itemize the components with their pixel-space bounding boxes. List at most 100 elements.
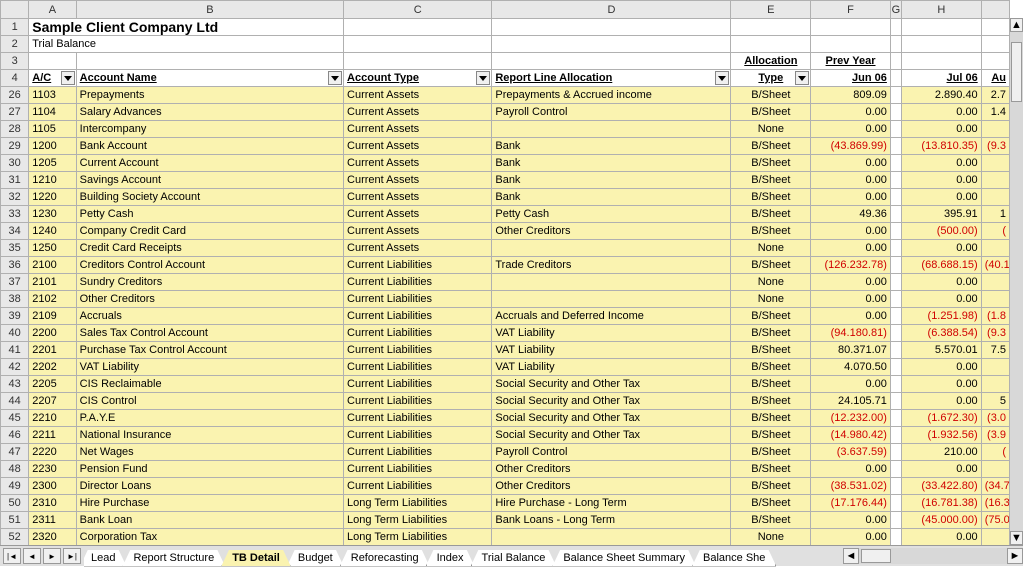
- cell-account-name[interactable]: Intercompany: [76, 121, 343, 138]
- cell-account-name[interactable]: Other Creditors: [76, 291, 343, 308]
- col-header-H[interactable]: H: [901, 1, 981, 19]
- cell-ac[interactable]: 2205: [29, 376, 76, 393]
- cell-account-name[interactable]: Prepayments: [76, 87, 343, 104]
- cell-report-line[interactable]: Social Security and Other Tax: [492, 410, 731, 427]
- cell-report-line[interactable]: Trade Creditors: [492, 257, 731, 274]
- cell-jul06[interactable]: 0.00: [901, 172, 981, 189]
- cell-jun06[interactable]: 0.00: [811, 529, 891, 546]
- filter-jul06[interactable]: Jul 06: [901, 70, 981, 87]
- cell-jun06[interactable]: 0.00: [811, 461, 891, 478]
- cell-aug[interactable]: [981, 274, 1009, 291]
- cell-account-type[interactable]: Current Liabilities: [344, 427, 492, 444]
- hscroll-track[interactable]: [859, 548, 1007, 564]
- cell-account-type[interactable]: Current Liabilities: [344, 410, 492, 427]
- tab-last-btn[interactable]: ►|: [63, 548, 81, 564]
- cell-account-name[interactable]: Director Loans: [76, 478, 343, 495]
- cell-account-type[interactable]: Current Assets: [344, 87, 492, 104]
- row-header-35[interactable]: 35: [1, 240, 29, 257]
- cell-report-line[interactable]: Social Security and Other Tax: [492, 393, 731, 410]
- cell-account-type[interactable]: Long Term Liabilities: [344, 529, 492, 546]
- cell-aug[interactable]: (1.8: [981, 308, 1009, 325]
- col-header-C[interactable]: C: [344, 1, 492, 19]
- cell-report-line[interactable]: [492, 529, 731, 546]
- cell-report-line[interactable]: Payroll Control: [492, 104, 731, 121]
- cell-ac[interactable]: 2202: [29, 359, 76, 376]
- cell-jun06[interactable]: 0.00: [811, 291, 891, 308]
- cell-ac[interactable]: 1220: [29, 189, 76, 206]
- cell-ac[interactable]: 2100: [29, 257, 76, 274]
- sheet-tab[interactable]: Balance She: [692, 550, 776, 567]
- row-header-41[interactable]: 41: [1, 342, 29, 359]
- cell-aug[interactable]: (3.0: [981, 410, 1009, 427]
- filter-type[interactable]: Type: [731, 70, 811, 87]
- row-header-45[interactable]: 45: [1, 410, 29, 427]
- cell-jun06[interactable]: (126.232.78): [811, 257, 891, 274]
- tab-next-btn[interactable]: ►: [43, 548, 61, 564]
- sheet-tab[interactable]: Balance Sheet Summary: [552, 550, 696, 567]
- filter-dropdown-icon[interactable]: [328, 71, 342, 85]
- cell-ac[interactable]: 1240: [29, 223, 76, 240]
- filter-account-type[interactable]: Account Type: [344, 70, 492, 87]
- cell-jul06[interactable]: 0.00: [901, 461, 981, 478]
- cell-ac[interactable]: 2230: [29, 461, 76, 478]
- select-all-corner[interactable]: [1, 1, 29, 19]
- cell-allocation[interactable]: B/Sheet: [731, 104, 811, 121]
- cell-jul06[interactable]: (6.388.54): [901, 325, 981, 342]
- cell-jun06[interactable]: 49.36: [811, 206, 891, 223]
- filter-aug[interactable]: Au: [981, 70, 1009, 87]
- cell-account-type[interactable]: Current Liabilities: [344, 291, 492, 308]
- cell-account-type[interactable]: Current Assets: [344, 223, 492, 240]
- cell-account-type[interactable]: Current Assets: [344, 155, 492, 172]
- cell-report-line[interactable]: VAT Liability: [492, 325, 731, 342]
- cell-allocation[interactable]: None: [731, 240, 811, 257]
- cell-aug[interactable]: [981, 121, 1009, 138]
- row-header-2[interactable]: 2: [1, 36, 29, 53]
- cell-jun06[interactable]: 4.070.50: [811, 359, 891, 376]
- cell-report-line[interactable]: Bank: [492, 172, 731, 189]
- cell-jun06[interactable]: (3.637.59): [811, 444, 891, 461]
- cell-jul06[interactable]: (16.781.38): [901, 495, 981, 512]
- cell-jul06[interactable]: (1.932.56): [901, 427, 981, 444]
- cell-account-type[interactable]: Current Liabilities: [344, 478, 492, 495]
- hscroll-thumb[interactable]: [861, 549, 891, 563]
- cell-ac[interactable]: 2320: [29, 529, 76, 546]
- cell-account-type[interactable]: Current Liabilities: [344, 342, 492, 359]
- cell-aug[interactable]: (34.7: [981, 478, 1009, 495]
- col-header-E[interactable]: E: [731, 1, 811, 19]
- sheet-tab[interactable]: Budget: [287, 550, 344, 567]
- cell-aug[interactable]: (75.0: [981, 512, 1009, 529]
- horizontal-scrollbar[interactable]: ◄ ►: [843, 548, 1023, 564]
- cell-report-line[interactable]: Bank: [492, 138, 731, 155]
- company-title[interactable]: Sample Client Company Ltd: [29, 19, 344, 36]
- prev-year-header[interactable]: Prev Year: [811, 53, 891, 70]
- cell-allocation[interactable]: B/Sheet: [731, 495, 811, 512]
- cell-aug[interactable]: [981, 461, 1009, 478]
- row-header-46[interactable]: 46: [1, 427, 29, 444]
- cell-aug[interactable]: [981, 291, 1009, 308]
- cell-jul06[interactable]: 210.00: [901, 444, 981, 461]
- row-header-47[interactable]: 47: [1, 444, 29, 461]
- cell-account-type[interactable]: Current Liabilities: [344, 376, 492, 393]
- cell-account-type[interactable]: Current Assets: [344, 104, 492, 121]
- col-header-B[interactable]: B: [76, 1, 343, 19]
- filter-jun06[interactable]: Jun 06: [811, 70, 891, 87]
- sheet-tab[interactable]: TB Detail: [221, 550, 291, 567]
- cell-allocation[interactable]: B/Sheet: [731, 478, 811, 495]
- cell-aug[interactable]: (: [981, 444, 1009, 461]
- cell-report-line[interactable]: Bank: [492, 189, 731, 206]
- cell-aug[interactable]: (40.1: [981, 257, 1009, 274]
- cell-jun06[interactable]: (94.180.81): [811, 325, 891, 342]
- cell-account-name[interactable]: Bank Account: [76, 138, 343, 155]
- cell-jun06[interactable]: 0.00: [811, 274, 891, 291]
- cell-report-line[interactable]: Accruals and Deferred Income: [492, 308, 731, 325]
- cell-aug[interactable]: [981, 155, 1009, 172]
- col-header-D[interactable]: D: [492, 1, 731, 19]
- row-header-37[interactable]: 37: [1, 274, 29, 291]
- cell-ac[interactable]: 2200: [29, 325, 76, 342]
- cell-allocation[interactable]: None: [731, 121, 811, 138]
- cell-allocation[interactable]: B/Sheet: [731, 87, 811, 104]
- cell-allocation[interactable]: B/Sheet: [731, 376, 811, 393]
- cell-aug[interactable]: (: [981, 223, 1009, 240]
- cell-ac[interactable]: 1205: [29, 155, 76, 172]
- cell-allocation[interactable]: B/Sheet: [731, 257, 811, 274]
